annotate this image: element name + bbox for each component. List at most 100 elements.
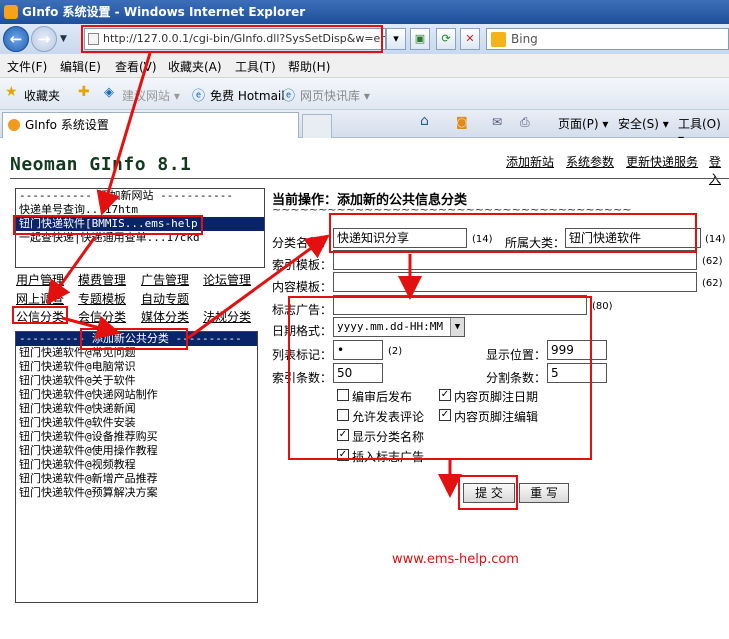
compat-view-icon[interactable]: ▣ <box>410 28 430 50</box>
nav-online-survey[interactable]: 网上调查 <box>16 290 64 307</box>
mail-icon[interactable]: ✉ <box>492 115 502 129</box>
checkbox-label: 内容页脚注日期 <box>454 390 539 404</box>
header-divider <box>10 178 729 179</box>
checkbox-label: 允许发表评论 <box>352 410 425 424</box>
favorites-button[interactable]: 收藏夹 <box>24 87 60 104</box>
index-count-label: 索引条数： <box>272 371 333 385</box>
list-item[interactable]: 钮门快递软件@快递新闻 <box>16 402 257 416</box>
menu-edit[interactable]: 编辑(E) <box>60 58 101 75</box>
address-input[interactable]: http://127.0.0.1/cgi-bin/GInfo.dll?SysSe… <box>84 28 386 50</box>
back-arrow-icon: ← <box>9 30 23 48</box>
favorites-bar: ★ 收藏夹 ✚ ◈ 建议网站 ▾ ⓔ 免费 Hotmail ⓔ 网页快讯库 ▾ <box>0 78 729 110</box>
hotmail-link[interactable]: 免费 Hotmail <box>210 87 285 104</box>
nav-topic-template[interactable]: 专题模板 <box>78 290 126 307</box>
content-template-max: (62) <box>702 278 723 289</box>
menu-tools[interactable]: 工具(T) <box>235 58 276 75</box>
nav-public-category[interactable]: 公信分类 <box>16 308 64 325</box>
address-dropdown-button[interactable]: ▾ <box>386 28 406 50</box>
update-service-link[interactable]: 更新快递服务 <box>626 153 698 170</box>
menu-help[interactable]: 帮助(H) <box>288 58 330 75</box>
login-link[interactable]: 登入 <box>709 153 729 187</box>
print-icon[interactable]: ⎙ <box>520 115 530 130</box>
list-item[interactable]: 钮门快递软件@电脑常识 <box>16 360 257 374</box>
tab-ginfo[interactable]: GInfo 系统设置 <box>2 112 299 138</box>
window-title-bar: GInfo 系统设置 - Windows Internet Explorer <box>0 0 729 24</box>
feeds-icon[interactable]: ◙ <box>456 115 468 129</box>
page-icon <box>88 33 99 45</box>
new-tab-button[interactable] <box>302 114 332 138</box>
list-item[interactable]: 一起查快递|快递通用查单...17ckd <box>16 231 264 245</box>
nav-member-category[interactable]: 会信分类 <box>78 308 126 325</box>
add-favorite-icon[interactable]: ✚ <box>78 84 90 100</box>
nav-ad-mgmt[interactable]: 广告管理 <box>141 271 189 288</box>
back-button[interactable]: ← <box>3 26 29 52</box>
tab-bar: GInfo 系统设置 ⌂ ◙ ✉ ⎙ 页面(P) ▾ 安全(S) ▾ 工具(O)… <box>0 110 729 146</box>
menu-view[interactable]: 查看(V) <box>115 58 157 75</box>
list-item[interactable]: 钮门快递软件@新增产品推荐 <box>16 472 257 486</box>
checkbox-insert-ad[interactable]: ✓ <box>337 449 349 461</box>
window-title: GInfo 系统设置 - Windows Internet Explorer <box>22 5 306 19</box>
page-menu[interactable]: 页面(P) ▾ <box>558 115 608 132</box>
display-position-input[interactable]: 999 <box>547 340 607 360</box>
system-params-link[interactable]: 系统参数 <box>566 153 614 170</box>
safety-menu[interactable]: 安全(S) ▾ <box>618 115 669 132</box>
nav-fee-mgmt[interactable]: 模费管理 <box>78 271 126 288</box>
nav-user-mgmt[interactable]: 用户管理 <box>16 271 64 288</box>
submit-button[interactable]: 提 交 <box>463 483 515 503</box>
list-item[interactable]: 钮门快递软件@预算解决方案 <box>16 486 257 500</box>
list-item[interactable]: 快递单号查询...17htm <box>16 203 264 217</box>
checkbox-review-publish[interactable] <box>337 389 349 401</box>
refresh-icon[interactable]: ⟳ <box>436 28 456 50</box>
content-template-label: 内容模板： <box>272 280 333 294</box>
checkbox-allow-comments[interactable] <box>337 409 349 421</box>
parent-category-max: (14) <box>705 234 726 245</box>
suggested-sites-link[interactable]: 建议网站 ▾ <box>122 87 180 104</box>
checkbox-label: 显示分类名称 <box>352 430 425 444</box>
list-item[interactable]: 钮门快递软件@视频教程 <box>16 458 257 472</box>
menu-file[interactable]: 文件(F) <box>7 58 47 75</box>
nav-auto-topic[interactable]: 自动专题 <box>141 290 189 307</box>
category-listbox[interactable]: ---------- 添加新公共分类 ---------- 钮门快递软件@常见问… <box>15 331 258 603</box>
list-item[interactable]: 钮门快递软件@快递网站制作 <box>16 388 257 402</box>
index-template-input[interactable] <box>333 250 697 270</box>
stop-icon[interactable]: ✕ <box>460 28 480 50</box>
index-template-label: 索引模板： <box>272 258 333 272</box>
nav-media-category[interactable]: 媒体分类 <box>141 308 189 325</box>
split-count-input[interactable]: 5 <box>547 363 607 383</box>
menu-favorites[interactable]: 收藏夹(A) <box>168 58 222 75</box>
parent-category-input[interactable]: 钮门快递软件 <box>565 228 701 248</box>
list-item-selected[interactable]: 钮门快递软件[BMMIS...ems-help <box>16 217 264 231</box>
checkbox-footer-editor[interactable]: ✓ <box>439 409 451 421</box>
content-template-input[interactable] <box>333 272 697 292</box>
site-listbox[interactable]: ----------- 添加新网站 ----------- 快递单号查询...1… <box>15 188 265 268</box>
list-item[interactable]: 钮门快递软件@使用操作教程 <box>16 444 257 458</box>
date-format-value: yyyy.mm.dd-HH:MM <box>337 320 443 333</box>
checkbox-show-category-name[interactable]: ✓ <box>337 429 349 441</box>
watermark-text: www.ems-help.com <box>392 552 519 567</box>
category-name-input[interactable]: 快递知识分享 <box>333 228 467 248</box>
web-slice-gallery-link[interactable]: 网页快讯库 ▾ <box>300 87 370 104</box>
display-position-label: 显示位置： <box>486 348 547 362</box>
list-item[interactable]: 钮门快递软件@软件安装 <box>16 416 257 430</box>
index-count-input[interactable]: 50 <box>333 363 383 383</box>
forward-button[interactable]: → <box>31 26 57 52</box>
list-item-selected[interactable]: ---------- 添加新公共分类 ---------- <box>16 332 257 346</box>
add-site-link[interactable]: 添加新站 <box>506 153 554 170</box>
brand-title: Neoman GInfo 8.1 <box>10 154 192 175</box>
nav-forum-mgmt[interactable]: 论坛管理 <box>203 271 251 288</box>
date-format-select[interactable]: yyyy.mm.dd-HH:MM ▼ <box>333 317 465 337</box>
list-item[interactable]: 钮门快递软件@关于软件 <box>16 374 257 388</box>
list-mark-input[interactable]: • <box>333 340 383 360</box>
history-dropdown-icon[interactable]: ▼ <box>60 34 67 44</box>
nav-law-category[interactable]: 法规分类 <box>203 308 251 325</box>
list-item[interactable]: ----------- 添加新网站 ----------- <box>16 189 264 203</box>
index-template-max: (62) <box>702 256 723 267</box>
list-item[interactable]: 钮门快递软件@常见问题 <box>16 346 257 360</box>
chevron-down-icon: ▼ <box>450 318 464 336</box>
home-icon[interactable]: ⌂ <box>420 113 429 129</box>
ad-input[interactable] <box>333 295 587 315</box>
list-item[interactable]: 钮门快递软件@设备推荐购买 <box>16 430 257 444</box>
reset-button[interactable]: 重 写 <box>519 483 569 503</box>
checkbox-footer-date[interactable]: ✓ <box>439 389 451 401</box>
search-input[interactable]: Bing <box>486 28 729 50</box>
